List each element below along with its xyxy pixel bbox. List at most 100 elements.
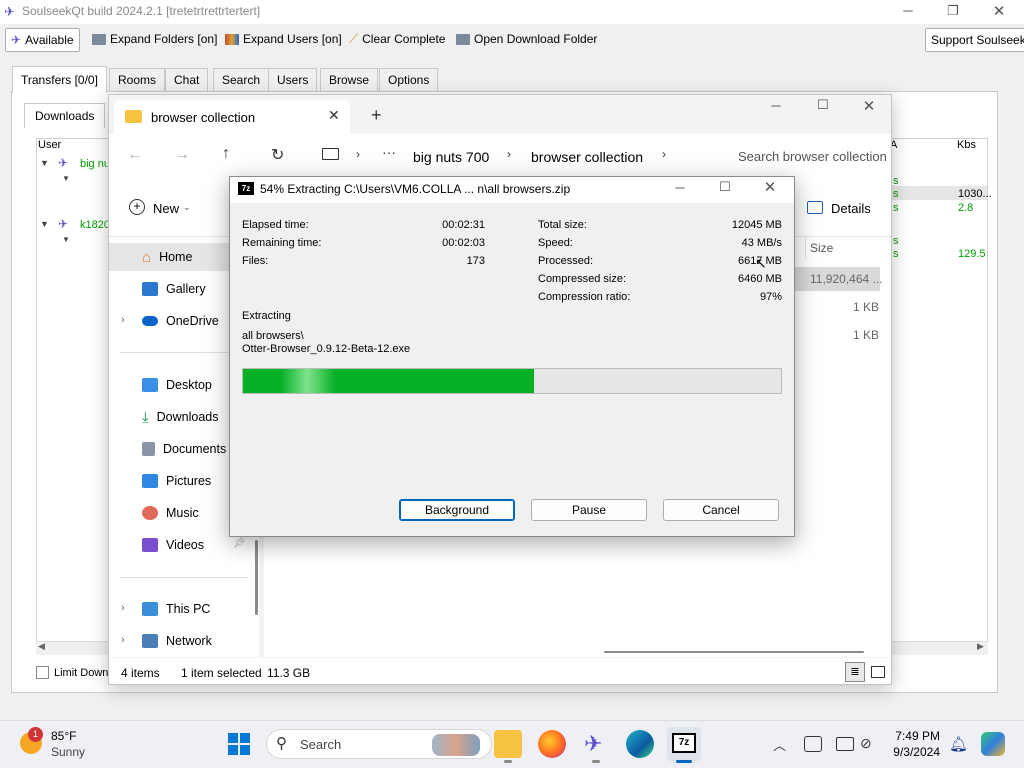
tab-transfers[interactable]: Transfers [0/0]: [12, 66, 107, 93]
compression-ratio-label: Compression ratio:: [538, 291, 631, 303]
copilot-icon[interactable]: [981, 732, 1005, 756]
search-highlight-image[interactable]: [432, 734, 480, 756]
new-tab-icon[interactable]: +: [371, 105, 382, 126]
network-offline-icon[interactable]: [804, 736, 822, 752]
firefox-icon[interactable]: [538, 730, 566, 758]
computer-icon[interactable]: [322, 148, 339, 160]
download-arrow-icon: ⤓: [142, 408, 149, 426]
sevenzip-logo-icon: 7z: [238, 182, 254, 195]
soulseek-maximize-button[interactable]: ❐: [938, 3, 968, 19]
details-button[interactable]: Details: [831, 201, 871, 216]
nav-item-network[interactable]: Network: [142, 627, 272, 655]
running-indicator: [592, 760, 600, 763]
column-user[interactable]: User: [38, 139, 61, 153]
expand-arrow-icon[interactable]: ▼: [40, 219, 49, 229]
clock-time[interactable]: 7:49 PM: [878, 729, 940, 743]
nav-item-this-pc[interactable]: This PC: [142, 595, 272, 623]
limit-downloads-checkbox[interactable]: Limit Downl: [36, 666, 111, 679]
start-windows-icon[interactable]: [228, 733, 250, 755]
soulseek-taskbar-icon[interactable]: ✈: [584, 731, 602, 757]
expand-arrow-icon[interactable]: ▼: [62, 174, 70, 183]
soulseek-close-button[interactable]: ✕: [984, 2, 1014, 20]
search-explorer-input[interactable]: Search browser collection: [738, 149, 890, 164]
sevenzip-close-button[interactable]: ✕: [755, 178, 785, 196]
network-icon: [142, 634, 158, 648]
explorer-close-button[interactable]: ✕: [854, 97, 884, 115]
operation-label: Extracting: [242, 310, 291, 322]
pause-button[interactable]: Pause: [531, 499, 647, 521]
tab-users[interactable]: Users: [268, 68, 318, 91]
tiles-view-icon[interactable]: [871, 666, 885, 678]
explorer-minimize-button[interactable]: ─: [761, 98, 791, 113]
expand-arrow-icon[interactable]: ▼: [40, 158, 49, 168]
forward-arrow-icon[interactable]: →: [174, 146, 190, 164]
available-button[interactable]: ✈ Available: [5, 28, 80, 52]
sevenzip-minimize-button[interactable]: ─: [665, 180, 695, 195]
expand-users-button[interactable]: Expand Users [on]: [225, 28, 342, 50]
search-icon: ⚲: [276, 735, 287, 752]
tab-chat[interactable]: Chat: [165, 68, 209, 91]
mouse-cursor-icon: ↖: [755, 255, 767, 271]
user-bird-icon: ✈: [58, 217, 69, 231]
back-arrow-icon[interactable]: ←: [127, 146, 143, 164]
expand-arrow-icon[interactable]: ▼: [62, 235, 70, 244]
tab-browse[interactable]: Browse: [320, 68, 379, 91]
nav-scrollbar[interactable]: [255, 540, 258, 615]
soulseek-window-title: SoulseekQt build 2024.2.1 [tretetrtrettr…: [22, 4, 261, 18]
broom-icon: ⟋: [349, 31, 359, 46]
tab-options[interactable]: Options: [379, 68, 439, 91]
expand-chevron-icon[interactable]: ›: [121, 314, 125, 326]
background-button[interactable]: Background: [399, 499, 515, 521]
tab-search[interactable]: Search: [213, 68, 270, 91]
file-list-scrollbar[interactable]: [264, 651, 890, 654]
breadcrumb-item[interactable]: big nuts 700: [413, 149, 489, 165]
taskbar-search-label: Search: [300, 737, 342, 752]
chevron-down-icon[interactable]: ⌄: [183, 202, 191, 213]
more-breadcrumbs-icon[interactable]: ···: [382, 144, 396, 160]
speaker-icon[interactable]: ⊘: [860, 735, 872, 752]
column-size[interactable]: Size: [810, 241, 833, 255]
clock-date[interactable]: 9/3/2024: [878, 745, 940, 759]
sevenzip-taskbar-icon[interactable]: 7z: [672, 733, 696, 753]
weather-desc[interactable]: Sunny: [51, 745, 85, 759]
chevron-up-icon[interactable]: ︿: [773, 735, 786, 754]
notification-bell-icon[interactable]: 🔔︎: [949, 735, 968, 753]
breadcrumb-item[interactable]: browser collection: [531, 149, 643, 165]
expand-folders-button[interactable]: Expand Folders [on]: [92, 28, 217, 50]
expand-chevron-icon[interactable]: ›: [121, 602, 125, 614]
list-view-icon[interactable]: ≣: [845, 662, 865, 682]
remaining-time-value: 00:02:03: [442, 237, 485, 249]
new-button[interactable]: New: [153, 201, 179, 216]
soulseek-minimize-button[interactable]: ─: [893, 3, 923, 18]
breadcrumb-chevron-icon: ›: [507, 147, 511, 161]
sevenzip-maximize-button[interactable]: ☐: [710, 179, 740, 195]
checkbox-box[interactable]: [36, 666, 49, 679]
selection-size: 11.3 GB: [267, 666, 311, 680]
close-tab-icon[interactable]: ✕: [328, 107, 340, 124]
pin-icon[interactable]: 📌︎: [233, 538, 246, 549]
file-explorer-taskbar-icon[interactable]: [494, 730, 522, 758]
clear-complete-button[interactable]: ⟋ Clear Complete: [349, 28, 445, 50]
open-download-folder-button[interactable]: Open Download Folder: [456, 28, 597, 50]
scroll-right-icon[interactable]: ▶: [977, 641, 984, 652]
breadcrumb-chevron-icon: ›: [662, 147, 666, 161]
support-soulseek-button[interactable]: Support Soulseek!: [925, 28, 1024, 52]
cancel-button[interactable]: Cancel: [663, 499, 779, 521]
expand-chevron-icon[interactable]: ›: [121, 634, 125, 646]
up-arrow-icon[interactable]: ↑: [222, 145, 230, 163]
users-icon: [225, 33, 239, 45]
edge-icon[interactable]: [626, 730, 654, 758]
column-kbs[interactable]: Kbs: [957, 139, 976, 153]
weather-temp[interactable]: 85°F: [51, 729, 76, 743]
processed-label: Processed:: [538, 255, 594, 267]
kbs-value: 129.5: [958, 248, 986, 260]
explorer-maximize-button[interactable]: ☐: [808, 97, 838, 113]
refresh-icon[interactable]: ↻: [271, 145, 284, 165]
file-size: 1 KB: [853, 300, 880, 314]
subtab-downloads[interactable]: Downloads: [24, 103, 106, 128]
user-name[interactable]: big nu: [80, 158, 110, 170]
user-name[interactable]: k1820: [80, 219, 110, 231]
tab-rooms[interactable]: Rooms: [109, 68, 166, 91]
scroll-left-icon[interactable]: ◀: [38, 641, 45, 652]
display-icon[interactable]: [836, 737, 854, 751]
